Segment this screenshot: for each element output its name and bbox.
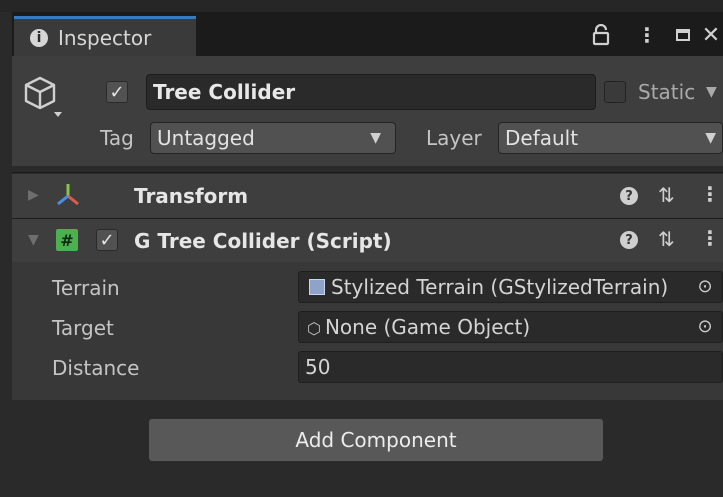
script-hash-icon: # (56, 229, 78, 251)
terrain-icon (309, 279, 325, 295)
static-label[interactable]: Static (638, 74, 695, 110)
terrain-value: Stylized Terrain (GStylizedTerrain) (331, 275, 669, 299)
divider (12, 172, 723, 173)
foldout-collapsed-icon[interactable]: ▶ (28, 187, 39, 203)
chevron-down-icon: ▼ (370, 130, 381, 146)
component-header-transform[interactable] (12, 174, 723, 218)
info-icon: i (30, 28, 48, 47)
gameobject-icon: ⬡ (307, 319, 321, 338)
layer-value: Default (505, 126, 579, 150)
component-title-tree-collider: G Tree Collider (Script) (134, 229, 392, 253)
add-component-button[interactable]: Add Component (148, 418, 604, 462)
transform-axes-icon (57, 184, 79, 206)
close-icon[interactable]: ✕ (700, 18, 722, 52)
layer-dropdown[interactable]: Default ▼ (498, 122, 723, 154)
top-strip (0, 0, 723, 12)
tab-label: Inspector (58, 25, 152, 50)
terrain-object-field[interactable]: Stylized Terrain (GStylizedTerrain) ⊙ (298, 271, 723, 303)
tag-value: Untagged (157, 126, 255, 150)
preset-icon[interactable]: ⇅ (658, 183, 675, 207)
static-dropdown-caret-icon[interactable]: ▼ (706, 74, 717, 110)
property-label-target: Target (52, 316, 114, 340)
distance-field[interactable]: 50 (298, 351, 723, 383)
inspector-window: i Inspector ⋮ ✕ ✓ Tree Collider Static ▼… (0, 0, 723, 497)
object-picker-icon[interactable]: ⊙ (688, 272, 722, 302)
object-picker-icon[interactable]: ⊙ (688, 312, 722, 342)
property-label-distance: Distance (52, 356, 140, 380)
target-value: None (Game Object) (324, 315, 531, 339)
lock-icon[interactable] (590, 18, 612, 52)
kebab-icon[interactable]: ⋮ (700, 182, 720, 206)
layer-label: Layer (426, 126, 482, 150)
component-enabled-checkbox[interactable]: ✓ (96, 229, 118, 251)
component-title-transform: Transform (134, 184, 249, 208)
gameobject-cube-icon[interactable] (22, 74, 66, 124)
preset-icon[interactable]: ⇅ (658, 227, 675, 251)
tag-label: Tag (100, 126, 134, 150)
chevron-down-icon: ▼ (705, 130, 716, 146)
target-object-field[interactable]: ⬡ None (Game Object) ⊙ (298, 311, 723, 343)
name-field[interactable]: Tree Collider (146, 74, 596, 110)
static-checkbox[interactable] (604, 81, 626, 103)
tab-inspector[interactable]: i Inspector (14, 16, 196, 56)
foldout-expanded-icon[interactable]: ▼ (28, 232, 39, 248)
tag-dropdown[interactable]: Untagged ▼ (150, 122, 396, 154)
kebab-icon[interactable]: ⋮ (637, 18, 657, 52)
help-icon[interactable]: ? (620, 231, 638, 249)
kebab-icon[interactable]: ⋮ (700, 226, 720, 250)
property-label-terrain: Terrain (52, 276, 120, 300)
help-icon[interactable]: ? (620, 187, 638, 205)
maximize-icon[interactable] (672, 18, 694, 52)
active-checkbox[interactable]: ✓ (106, 81, 128, 103)
